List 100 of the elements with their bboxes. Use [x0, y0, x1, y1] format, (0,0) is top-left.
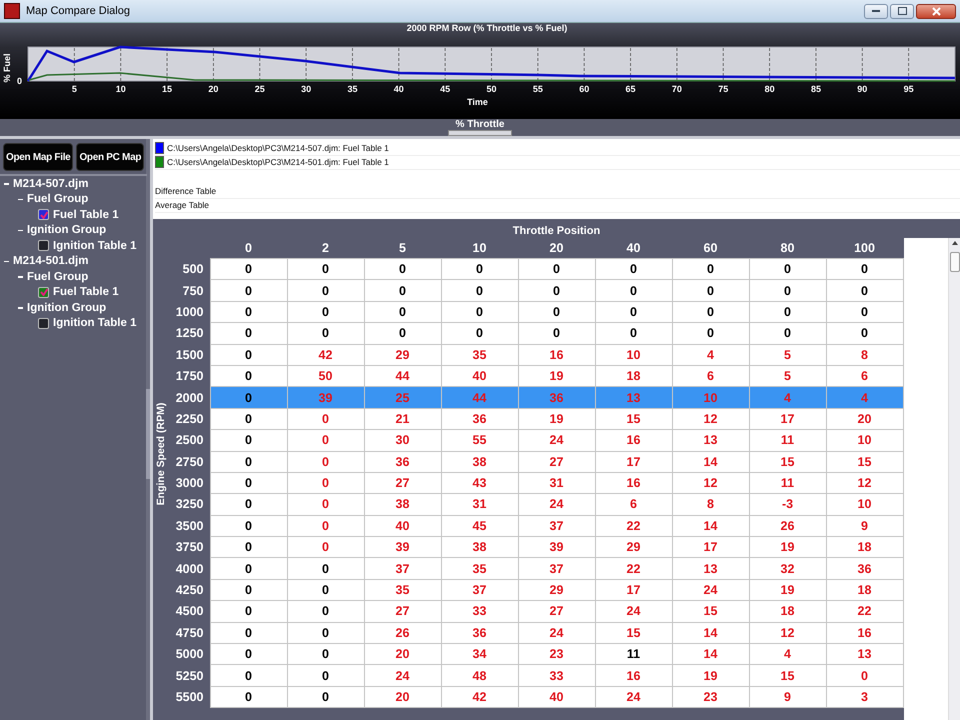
- table-cell[interactable]: 6: [672, 365, 749, 387]
- table-cell[interactable]: 0: [595, 280, 672, 302]
- table-cell[interactable]: 0: [287, 644, 364, 665]
- table-cell[interactable]: 9: [826, 515, 903, 537]
- table-cell[interactable]: 27: [518, 451, 595, 472]
- table-cell[interactable]: 14: [672, 515, 749, 537]
- table-cell[interactable]: 24: [518, 494, 595, 516]
- table-cell[interactable]: 4: [749, 644, 826, 665]
- table-cell[interactable]: 0: [287, 258, 364, 280]
- table-cell[interactable]: 5: [749, 344, 826, 366]
- splitter-handle[interactable]: [146, 389, 150, 479]
- table-cell[interactable]: 0: [364, 258, 441, 280]
- table-cell[interactable]: 40: [441, 365, 518, 387]
- table-cell[interactable]: 15: [826, 451, 903, 472]
- table-cell[interactable]: 0: [826, 664, 903, 686]
- table-cell[interactable]: 0: [595, 258, 672, 280]
- table-cell[interactable]: 11: [595, 644, 672, 665]
- table-cell[interactable]: 24: [518, 430, 595, 452]
- table-cell[interactable]: 33: [441, 600, 518, 622]
- table-cell[interactable]: 0: [518, 258, 595, 280]
- table-cell[interactable]: 0: [518, 301, 595, 323]
- table-cell[interactable]: 16: [826, 622, 903, 644]
- table-cell[interactable]: 4: [672, 344, 749, 366]
- table-cell[interactable]: 35: [441, 344, 518, 366]
- table-cell[interactable]: 0: [364, 301, 441, 323]
- table-cell[interactable]: 0: [287, 408, 364, 430]
- table-cell[interactable]: 0: [210, 622, 287, 644]
- table-cell[interactable]: 22: [595, 515, 672, 537]
- table-cell[interactable]: 0: [364, 322, 441, 344]
- table-cell[interactable]: 16: [595, 430, 672, 452]
- tree-item[interactable]: Ignition Group: [27, 224, 106, 236]
- table-cell[interactable]: 0: [287, 686, 364, 708]
- table-cell[interactable]: 38: [441, 536, 518, 558]
- table-cell[interactable]: 31: [518, 472, 595, 494]
- table-cell[interactable]: 0: [210, 258, 287, 280]
- table-cell[interactable]: 37: [441, 579, 518, 601]
- table-cell[interactable]: 13: [826, 644, 903, 665]
- table-cell[interactable]: 31: [441, 494, 518, 516]
- table-cell[interactable]: 0: [210, 451, 287, 472]
- table-cell[interactable]: 0: [287, 515, 364, 537]
- table-cell[interactable]: 0: [210, 494, 287, 516]
- open-button[interactable]: Open Map File: [3, 143, 74, 171]
- table-cell[interactable]: 16: [595, 664, 672, 686]
- table-cell[interactable]: 0: [826, 322, 903, 344]
- table-cell[interactable]: 36: [364, 451, 441, 472]
- table-cell[interactable]: 18: [595, 365, 672, 387]
- table-cell[interactable]: 34: [441, 644, 518, 665]
- table-cell[interactable]: 29: [518, 579, 595, 601]
- table-cell[interactable]: 36: [826, 558, 903, 580]
- table-cell[interactable]: 0: [826, 301, 903, 323]
- restore-button[interactable]: [890, 4, 914, 18]
- table-cell[interactable]: 17: [749, 408, 826, 430]
- table-cell[interactable]: 13: [672, 558, 749, 580]
- table-cell[interactable]: 0: [595, 322, 672, 344]
- table-cell[interactable]: 27: [518, 600, 595, 622]
- table-cell[interactable]: 20: [364, 686, 441, 708]
- table-cell[interactable]: 0: [826, 258, 903, 280]
- table-cell[interactable]: 22: [595, 558, 672, 580]
- table-cell[interactable]: 0: [210, 301, 287, 323]
- table-cell[interactable]: 17: [595, 579, 672, 601]
- table-cell[interactable]: 38: [364, 494, 441, 516]
- table-cell[interactable]: 19: [672, 664, 749, 686]
- table-cell[interactable]: 0: [287, 494, 364, 516]
- table-cell[interactable]: 40: [518, 686, 595, 708]
- table-cell[interactable]: 37: [518, 558, 595, 580]
- table-cell[interactable]: 44: [364, 365, 441, 387]
- table-cell[interactable]: 15: [595, 408, 672, 430]
- table-cell[interactable]: 39: [518, 536, 595, 558]
- table-cell[interactable]: 45: [441, 515, 518, 537]
- table-cell[interactable]: 0: [287, 322, 364, 344]
- table-cell[interactable]: 0: [441, 258, 518, 280]
- table-cell[interactable]: 0: [210, 600, 287, 622]
- table-cell[interactable]: 5: [749, 365, 826, 387]
- tree-item[interactable]: Fuel Group: [27, 193, 88, 206]
- table-cell[interactable]: 30: [364, 430, 441, 452]
- table-cell[interactable]: 10: [826, 430, 903, 452]
- table-cell[interactable]: 0: [210, 644, 287, 665]
- table-cell[interactable]: 36: [441, 408, 518, 430]
- tree-item[interactable]: Ignition Table 1: [53, 317, 136, 330]
- table-cell[interactable]: 0: [595, 301, 672, 323]
- table-cell[interactable]: 0: [287, 579, 364, 601]
- table-cell[interactable]: 22: [826, 600, 903, 622]
- table-cell[interactable]: 12: [749, 622, 826, 644]
- table-cell[interactable]: 24: [364, 664, 441, 686]
- table-cell[interactable]: 0: [210, 686, 287, 708]
- close-button[interactable]: [916, 4, 956, 18]
- table-cell[interactable]: 0: [287, 280, 364, 302]
- table-cell[interactable]: 0: [210, 322, 287, 344]
- table-cell[interactable]: 20: [826, 408, 903, 430]
- minimize-button[interactable]: [864, 4, 888, 18]
- table-cell[interactable]: 0: [749, 258, 826, 280]
- table-cell[interactable]: 0: [210, 472, 287, 494]
- table-cell[interactable]: 0: [210, 365, 287, 387]
- table-cell[interactable]: 0: [749, 301, 826, 323]
- table-cell[interactable]: 0: [287, 558, 364, 580]
- table-cell[interactable]: 0: [210, 536, 287, 558]
- open-button[interactable]: Open PC Map: [76, 143, 144, 171]
- tree-item[interactable]: Fuel Table 1: [53, 208, 119, 221]
- table-cell[interactable]: 0: [210, 664, 287, 686]
- table-cell[interactable]: 27: [364, 600, 441, 622]
